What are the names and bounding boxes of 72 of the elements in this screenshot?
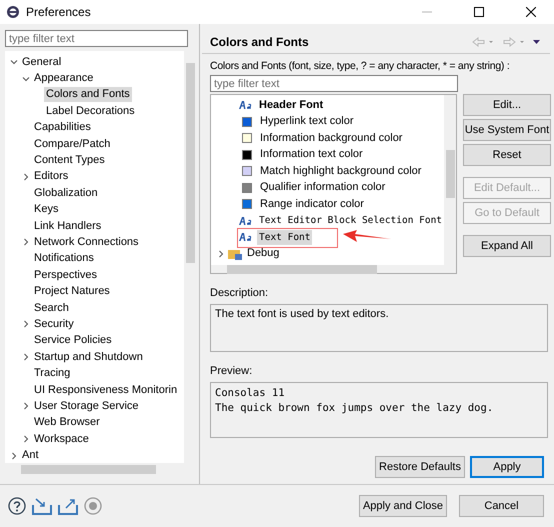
annotation-arrow bbox=[343, 230, 391, 242]
chevron-right-icon[interactable] bbox=[22, 320, 30, 328]
tree-item[interactable]: Match highlight background color bbox=[258, 164, 424, 179]
chevron-right-icon[interactable] bbox=[22, 402, 30, 410]
tree-item[interactable]: Text Font bbox=[257, 230, 312, 245]
tree-item[interactable]: Text Editor Block Selection Font bbox=[257, 213, 444, 228]
folder-icon bbox=[228, 248, 242, 260]
maximize-icon bbox=[474, 7, 484, 17]
tree-item[interactable]: General bbox=[20, 54, 64, 70]
font-icon bbox=[239, 232, 253, 242]
import-icon[interactable] bbox=[32, 497, 52, 515]
tree-item[interactable]: Qualifier information color bbox=[258, 180, 388, 196]
tree-item[interactable]: User Storage Service bbox=[32, 398, 141, 414]
side-button[interactable]: Use System Font bbox=[463, 119, 551, 141]
tree-item[interactable]: Link Handlers bbox=[32, 218, 104, 234]
filter-label: Colors and Fonts (font, size, type, ? = any character, * = any string) : bbox=[210, 60, 510, 72]
tree-item[interactable]: UI Responsiveness Monitorin bbox=[32, 382, 180, 398]
tree-item[interactable]: Appearance bbox=[32, 71, 96, 86]
close-icon bbox=[526, 7, 536, 17]
tree-item[interactable]: Label Decorations bbox=[44, 104, 137, 119]
preview-line: The quick brown fox jumps over the lazy dog. bbox=[215, 401, 494, 416]
app-icon bbox=[6, 5, 20, 19]
filter-field[interactable]: type filter text bbox=[5, 30, 188, 47]
tree-item[interactable]: Startup and Shutdown bbox=[32, 350, 145, 365]
tree-item[interactable]: Editors bbox=[32, 169, 70, 184]
help-icon[interactable] bbox=[8, 497, 26, 515]
tree-item[interactable]: Information text color bbox=[258, 147, 365, 162]
tree-item[interactable]: Project Natures bbox=[32, 284, 112, 300]
window-title: Preferences bbox=[26, 5, 92, 19]
horizontal-scrollbar[interactable] bbox=[211, 265, 456, 273]
tree-item[interactable]: Search bbox=[32, 300, 71, 316]
side-button[interactable]: Reset bbox=[463, 144, 551, 166]
tree-item[interactable]: Keys bbox=[32, 202, 60, 218]
chevron-right-icon[interactable] bbox=[22, 353, 30, 362]
font-icon bbox=[239, 216, 253, 226]
side-button[interactable]: Expand All bbox=[463, 235, 551, 257]
chevron-right-icon[interactable] bbox=[22, 172, 30, 181]
footer-button[interactable]: Apply and Close bbox=[359, 495, 447, 517]
tree-item[interactable]: Colors and Fonts bbox=[44, 87, 132, 102]
tree-item[interactable]: Workspace bbox=[32, 432, 91, 447]
export-icon[interactable] bbox=[58, 497, 78, 515]
tree-item[interactable]: Security bbox=[32, 316, 76, 332]
preview-label: Preview: bbox=[210, 365, 252, 377]
chevron-right-icon[interactable] bbox=[217, 250, 225, 258]
tree-item[interactable]: Range indicator color bbox=[258, 196, 366, 212]
chevron-right-icon[interactable] bbox=[22, 238, 30, 246]
tree-item[interactable]: Compare/Patch bbox=[32, 136, 112, 152]
description-text: The text font is used by text editors. bbox=[215, 308, 389, 320]
tree-item[interactable]: Ant bbox=[20, 448, 41, 463]
description-label: Description: bbox=[210, 287, 268, 299]
tree-item[interactable]: Tracing bbox=[32, 366, 72, 382]
tree-item[interactable]: Hyperlink text color bbox=[258, 114, 356, 130]
filter-field[interactable]: type filter text bbox=[210, 75, 458, 92]
tree-item[interactable]: Globalization bbox=[32, 186, 100, 201]
action-button[interactable]: Restore Defaults bbox=[375, 456, 465, 478]
tree-item[interactable]: Content Types bbox=[32, 153, 107, 168]
tree-item[interactable]: Information background color bbox=[258, 130, 404, 146]
page-title: Colors and Fonts bbox=[210, 34, 310, 48]
footer-button[interactable]: Cancel bbox=[459, 495, 544, 517]
font-icon bbox=[239, 100, 253, 110]
action-button[interactable]: Apply bbox=[470, 456, 544, 478]
tree-item[interactable]: Service Policies bbox=[32, 333, 114, 348]
tree-item[interactable]: Notifications bbox=[32, 251, 96, 266]
tree-item[interactable]: Debug bbox=[245, 246, 282, 262]
tree-item[interactable]: Web Browser bbox=[32, 415, 102, 430]
preview-line: Consolas 11 bbox=[215, 386, 286, 401]
tree-item[interactable]: Perspectives bbox=[32, 268, 99, 283]
vertical-scrollbar[interactable] bbox=[444, 95, 456, 265]
side-button[interactable]: Edit... bbox=[463, 94, 551, 116]
tree-item[interactable]: Capabilities bbox=[32, 120, 93, 136]
tree-item[interactable]: Network Connections bbox=[32, 234, 141, 250]
tree-item[interactable]: Header Font bbox=[257, 98, 326, 113]
